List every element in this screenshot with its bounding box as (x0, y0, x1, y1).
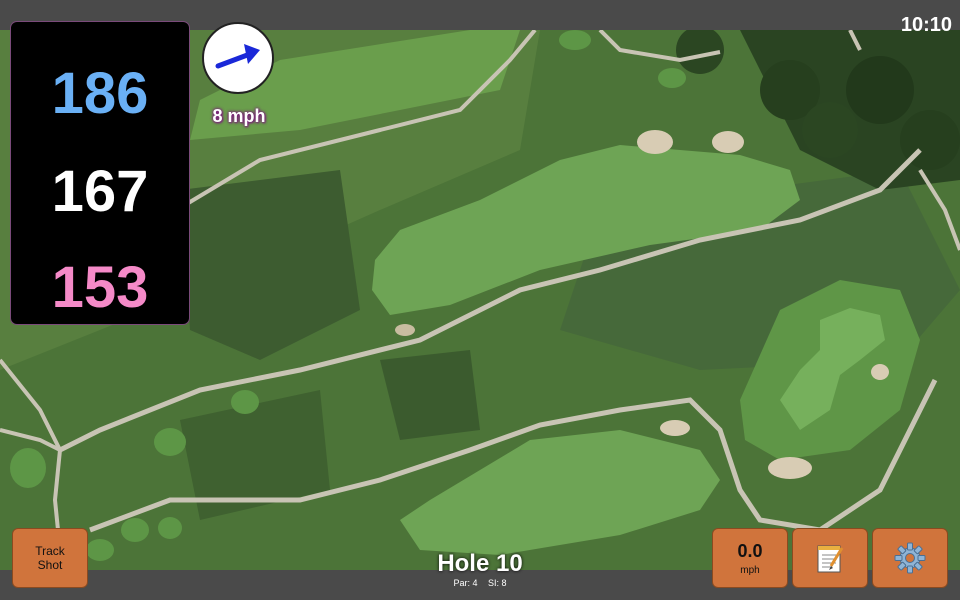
wind-indicator (202, 22, 274, 94)
track-shot-label-line2: Shot (37, 558, 63, 572)
distance-back: 186 (51, 61, 149, 126)
arrow-icon (215, 44, 260, 69)
notepad-icon (817, 545, 844, 573)
settings-button[interactable] (872, 528, 948, 588)
hole-info: Par: 4 SI: 8 (380, 578, 580, 588)
speed-unit: mph (740, 564, 760, 576)
distance-center: 167 (51, 159, 149, 224)
track-shot-button[interactable]: Track Shot (12, 528, 88, 588)
clock: 10:10 (900, 14, 952, 36)
notes-button[interactable] (792, 528, 868, 588)
gear-icon (894, 542, 926, 574)
wind-speed: 8 mph (212, 106, 266, 126)
distance-front: 153 (51, 255, 149, 320)
speed-value: 0.0 (737, 540, 763, 561)
track-shot-label-line1: Track (35, 544, 65, 558)
hole-title: Hole 10 (437, 550, 523, 577)
speed-button[interactable]: 0.0 mph (712, 528, 788, 588)
hole-par: Par: 4 (453, 578, 478, 588)
distance-panel: 186 167 153 (11, 22, 189, 324)
hole-si: SI: 8 (488, 578, 507, 588)
